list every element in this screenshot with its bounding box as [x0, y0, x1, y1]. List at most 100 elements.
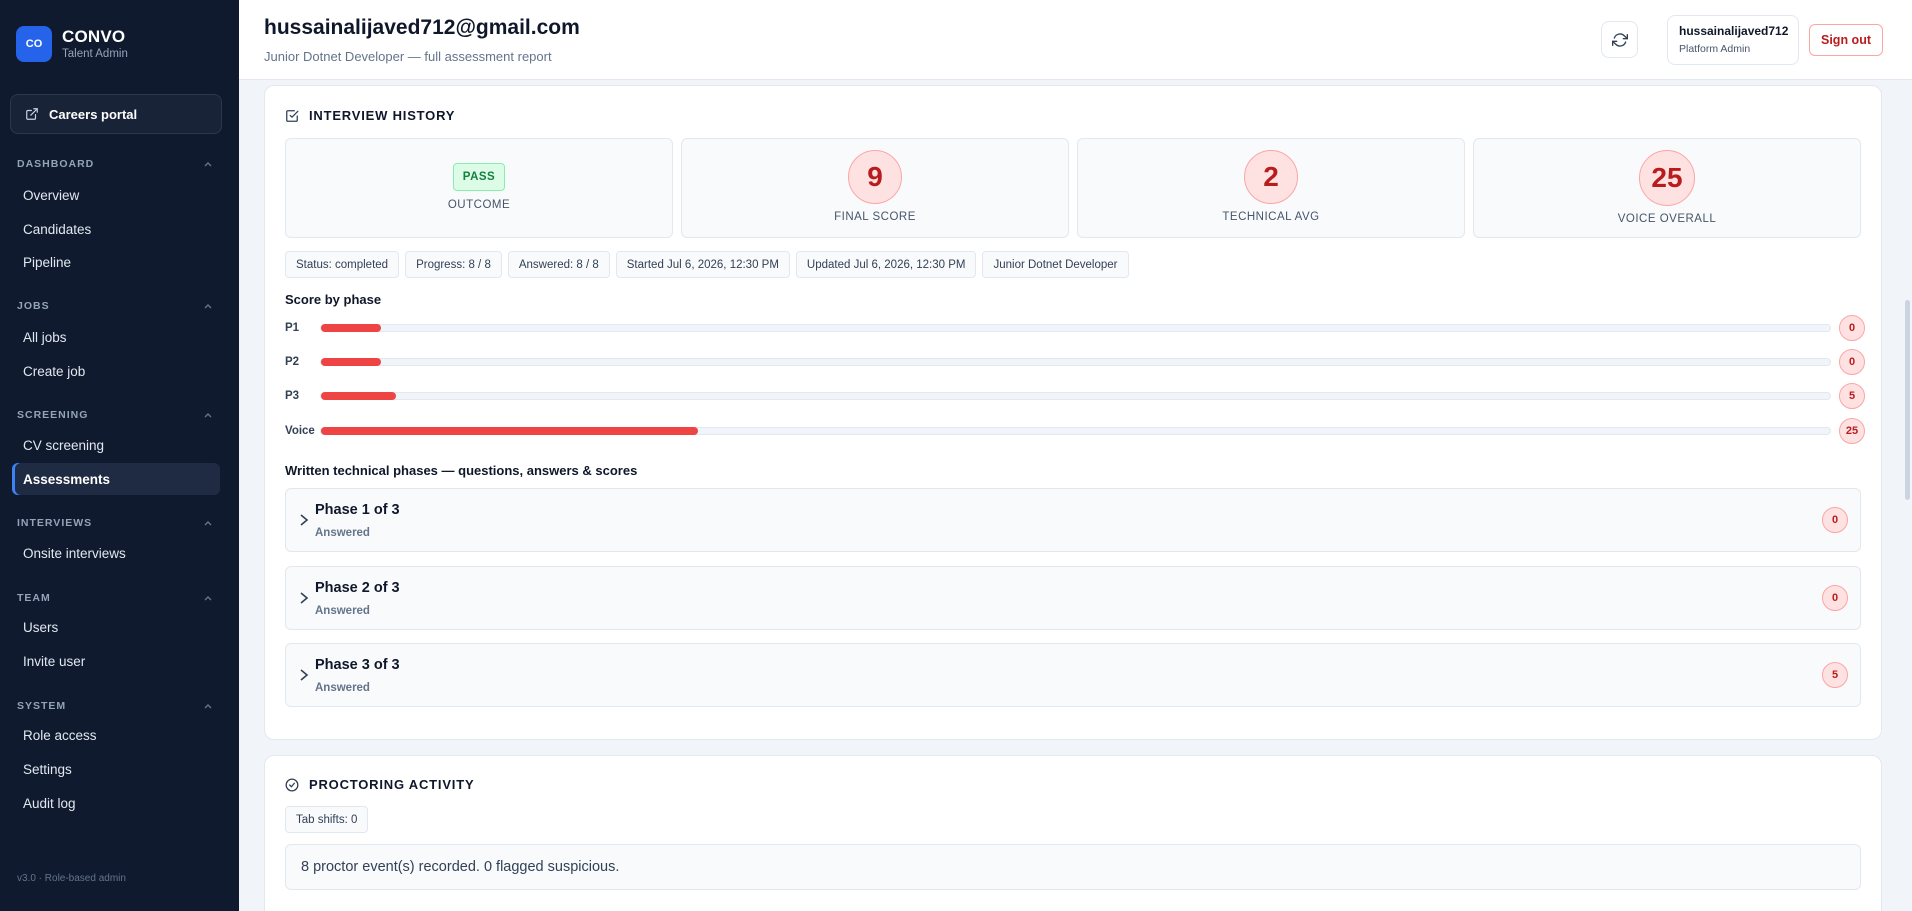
refresh-icon [1611, 32, 1628, 47]
phase-bar-p2: P2 0 [285, 349, 1865, 375]
phase-bar-score: 0 [1839, 315, 1865, 341]
section-interviews[interactable]: INTERVIEWS [17, 517, 213, 529]
sidebar: CO CONVO Talent Admin Careers portal DAS… [0, 0, 239, 911]
user-menu[interactable]: hussainalijaved712 Platform Admin [1667, 15, 1799, 65]
phase-bar-fill [321, 392, 397, 400]
phase-accordion-3[interactable]: Phase 3 of 3 Answered 5 [285, 643, 1861, 707]
role-chip: Junior Dotnet Developer [982, 251, 1129, 278]
interview-history-label: INTERVIEW HISTORY [309, 108, 456, 123]
sidebar-item-candidates[interactable]: Candidates [12, 213, 220, 245]
phase-score: 5 [1822, 662, 1848, 688]
refresh-button[interactable] [1601, 21, 1638, 58]
section-team-label: TEAM [17, 592, 51, 604]
technical-avg-label: TECHNICAL AVG [1222, 211, 1320, 223]
phase-bar-track [320, 427, 1831, 435]
careers-portal-button[interactable]: Careers portal [10, 94, 222, 134]
sidebar-item-overview[interactable]: Overview [12, 179, 220, 211]
sidebar-item-users[interactable]: Users [12, 611, 220, 643]
phase-bar-label: Voice [285, 425, 315, 437]
tab-shifts-chip: Tab shifts: 0 [285, 806, 369, 833]
proctoring-chips: Tab shifts: 0 [285, 806, 369, 833]
sidebar-item-cv-screening[interactable]: CV screening [12, 429, 220, 461]
interview-history-title: INTERVIEW HISTORY [285, 108, 455, 123]
sign-out-button[interactable]: Sign out [1809, 24, 1883, 56]
status-chip: Status: completed [285, 251, 400, 278]
sidebar-item-audit-log[interactable]: Audit log [12, 787, 220, 819]
chevron-up-icon [204, 162, 212, 167]
section-team[interactable]: TEAM [17, 592, 213, 604]
sidebar-item-role-access[interactable]: Role access [12, 719, 220, 751]
version-label: v3.0 · Role-based admin [17, 873, 126, 884]
phase-bar-track [320, 392, 1831, 400]
page-title: hussainalijaved712@gmail.com [264, 16, 580, 39]
final-score-label: FINAL SCORE [834, 211, 916, 223]
outcome-label: OUTCOME [447, 199, 511, 211]
chevron-up-icon [204, 304, 212, 309]
updated-chip: Updated Jul 6, 2026, 12:30 PM [795, 251, 977, 278]
phase-accordion-1[interactable]: Phase 1 of 3 Answered 0 [285, 488, 1861, 552]
voice-overall-value: 25 [1639, 150, 1695, 206]
status-chips: Status: completed Progress: 8 / 8 Answer… [285, 251, 1129, 278]
external-link-icon [26, 108, 38, 120]
user-name: hussainalijaved712 [1679, 24, 1789, 38]
user-role: Platform Admin [1679, 43, 1751, 55]
chevron-right-icon [300, 669, 309, 681]
phase-bar-fill [321, 427, 699, 435]
sidebar-item-settings[interactable]: Settings [12, 753, 220, 785]
section-system[interactable]: SYSTEM [17, 700, 213, 712]
chevron-right-icon [300, 514, 309, 526]
sidebar-item-all-jobs[interactable]: All jobs [12, 321, 220, 353]
section-jobs-label: JOBS [17, 300, 50, 312]
sidebar-item-onsite-interviews[interactable]: Onsite interviews [12, 537, 220, 569]
final-score-value: 9 [848, 150, 902, 204]
voice-overall-stat: 25 VOICE OVERALL [1473, 138, 1861, 238]
proctoring-card: PROCTORING ACTIVITY Tab shifts: 0 8 proc… [264, 755, 1882, 911]
sidebar-item-pipeline[interactable]: Pipeline [12, 246, 220, 278]
chevron-up-icon [204, 704, 212, 709]
phase-bar-voice: Voice 25 [285, 418, 1865, 444]
phase-bar-score: 5 [1839, 383, 1865, 409]
chevron-up-icon [204, 596, 212, 601]
technical-avg-value: 2 [1244, 150, 1298, 204]
phase-accordion-2[interactable]: Phase 2 of 3 Answered 0 [285, 566, 1861, 630]
voice-overall-label: VOICE OVERALL [1617, 213, 1717, 225]
phase-status: Answered [315, 527, 370, 539]
phase-bar-fill [321, 358, 382, 366]
phase-status: Answered [315, 605, 370, 617]
page-scrollbar[interactable] [1905, 300, 1910, 500]
section-screening[interactable]: SCREENING [17, 409, 213, 421]
brand[interactable]: CO CONVO Talent Admin [16, 26, 128, 62]
brand-logo: CO [16, 26, 52, 62]
sidebar-item-create-job[interactable]: Create job [12, 355, 220, 387]
phase-bar-p1: P1 0 [285, 315, 1865, 341]
section-screening-label: SCREENING [17, 409, 89, 421]
section-interviews-label: INTERVIEWS [17, 517, 93, 529]
sidebar-item-assessments[interactable]: Assessments [12, 463, 220, 495]
phase-title: Phase 2 of 3 [315, 580, 400, 596]
phase-bar-label: P2 [285, 356, 300, 368]
interview-history-card: INTERVIEW HISTORY PASS OUTCOME 9 FINAL S… [264, 85, 1882, 740]
brand-subtitle: Talent Admin [62, 48, 128, 60]
section-jobs[interactable]: JOBS [17, 300, 213, 312]
phase-bar-track [320, 324, 1831, 332]
written-phases-title: Written technical phases — questions, an… [285, 463, 638, 478]
phase-title: Phase 3 of 3 [315, 657, 400, 673]
outcome-stat: PASS OUTCOME [285, 138, 673, 238]
section-system-label: SYSTEM [17, 700, 67, 712]
phase-status: Answered [315, 682, 370, 694]
final-score-stat: 9 FINAL SCORE [681, 138, 1069, 238]
phase-score: 0 [1822, 585, 1848, 611]
phase-bar-track [320, 358, 1831, 366]
section-dashboard-label: DASHBOARD [17, 158, 95, 170]
check-circle-icon [285, 778, 299, 791]
careers-portal-label: Careers portal [49, 106, 138, 122]
proctoring-summary: 8 proctor event(s) recorded. 0 flagged s… [285, 844, 1861, 890]
section-dashboard[interactable]: DASHBOARD [17, 158, 213, 170]
phase-bar-fill [321, 324, 382, 332]
phase-bar-score: 0 [1839, 349, 1865, 375]
sidebar-item-invite-user[interactable]: Invite user [12, 645, 220, 677]
outcome-badge: PASS [453, 163, 505, 191]
progress-chip: Progress: 8 / 8 [405, 251, 502, 278]
phase-bar-label: P1 [285, 322, 300, 334]
proctoring-title: PROCTORING ACTIVITY [285, 777, 474, 792]
